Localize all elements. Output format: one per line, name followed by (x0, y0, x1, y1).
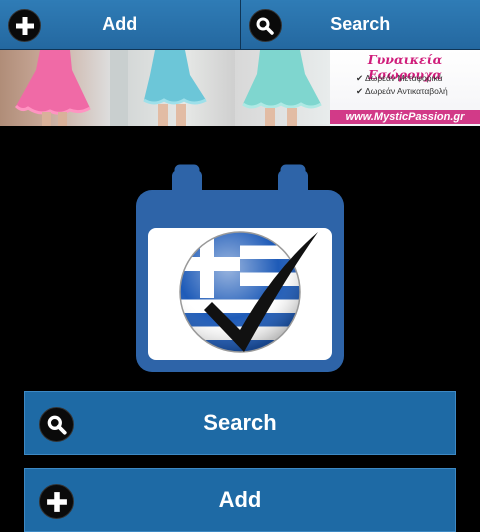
top-add-button[interactable]: Add (0, 0, 241, 50)
search-icon (39, 407, 74, 442)
add-button-label: Add (219, 487, 262, 513)
banner-line-2: ✔ Δωρεάν Αντικαταβολή (356, 86, 448, 97)
calendar-flag-check-icon (134, 160, 346, 374)
plus-icon (39, 484, 74, 519)
banner-image-3 (235, 50, 330, 126)
search-button[interactable]: Search (24, 391, 456, 455)
banner-image-1 (0, 50, 110, 126)
search-button-label: Search (203, 410, 276, 436)
search-icon (249, 9, 282, 42)
top-search-button[interactable]: Search (241, 0, 480, 50)
top-search-label: Search (330, 14, 390, 35)
plus-icon (8, 9, 41, 42)
top-bar: Add Search (0, 0, 480, 50)
banner-url: www.MysticPassion.gr (330, 110, 480, 124)
add-button[interactable]: Add (24, 468, 456, 532)
app-logo (134, 160, 346, 374)
top-add-label: Add (102, 14, 137, 35)
banner-text-panel: Γυναικεία Εσώρουχα ✔ Δωρεάν Μεταφορικά ✔… (330, 50, 480, 126)
banner-image-2 (110, 50, 235, 126)
banner-line-1: ✔ Δωρεάν Μεταφορικά (356, 73, 443, 84)
ad-banner[interactable]: Γυναικεία Εσώρουχα ✔ Δωρεάν Μεταφορικά ✔… (0, 50, 480, 126)
